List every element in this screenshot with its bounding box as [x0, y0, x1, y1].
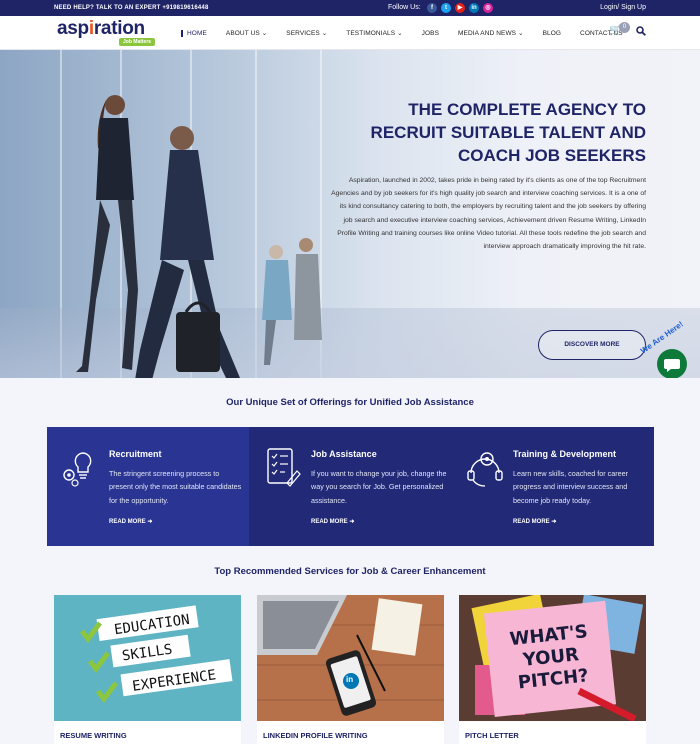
service-card-pitch-letter[interactable]: WHAT'S YOUR PITCH? PITCH LETTER [459, 595, 646, 744]
logo[interactable]: aspiration Job Matters [57, 19, 167, 49]
login-signup-link[interactable]: Login/ Sign Up [600, 4, 646, 11]
service-card-title[interactable]: LINKEDIN PROFILE WRITING [263, 731, 368, 740]
nav-item-media[interactable]: MEDIA AND NEWS ⌄ [458, 29, 524, 37]
offering-text: The stringent screening process to prese… [109, 469, 242, 505]
service-card-resume-writing[interactable]: EDUCATION SKILLS EXPERIENCE RESUME WRITI… [54, 595, 241, 744]
facebook-icon[interactable]: f [427, 3, 437, 13]
linkedin-badge-icon: in [346, 675, 354, 684]
service-card-title[interactable]: PITCH LETTER [465, 731, 519, 740]
pitch-letter-image: WHAT'S YOUR PITCH? [459, 595, 646, 721]
youtube-icon[interactable]: ▶ [455, 3, 465, 13]
linkedin-writing-image: in [257, 595, 444, 721]
offering-text: Learn new skills, coached for career pro… [513, 469, 629, 505]
business-people-illustration [76, 95, 322, 378]
nav-item-services[interactable]: SERVICES ⌄ [286, 29, 327, 37]
twitter-icon[interactable]: t [441, 3, 451, 13]
nav-item-home[interactable]: HOME [181, 29, 207, 37]
logo-wordmark: aspiration [57, 18, 145, 39]
nav-item-jobs[interactable]: JOBS [422, 30, 439, 37]
follow-us-label: Follow Us: [388, 4, 421, 11]
site-header: aspiration Job Matters HOME ABOUT US ⌄ S… [0, 16, 700, 50]
read-more-link[interactable]: READ MORE ➜ [311, 518, 354, 525]
hero-banner: THE COMPLETE AGENCY TO RECRUIT SUITABLE … [0, 50, 700, 378]
chat-icon [664, 359, 680, 372]
linkedin-icon[interactable]: in [469, 3, 479, 13]
read-more-link[interactable]: READ MORE ➜ [513, 518, 556, 525]
logo-tagline: Job Matters [119, 38, 156, 46]
offering-card-job-assistance[interactable]: Job Assistance If you want to change you… [249, 427, 451, 546]
chat-widget-button[interactable] [657, 349, 687, 378]
lightbulb-gears-icon [63, 452, 92, 487]
top-bar: NEED HELP? TALK TO AN EXPERT +9198196164… [0, 0, 700, 16]
resume-writing-image: EDUCATION SKILLS EXPERIENCE [54, 595, 241, 721]
instagram-icon[interactable]: ◎ [483, 3, 493, 13]
desk-laptop-phone-illustration [257, 595, 444, 716]
search-icon[interactable] [636, 26, 646, 36]
offering-card-training[interactable]: Training & Development Learn new skills,… [451, 427, 654, 546]
offering-title: Training & Development [513, 449, 617, 459]
headset-gear-icon [467, 452, 503, 487]
offering-title: Recruitment [109, 449, 162, 459]
nav-item-blog[interactable]: BLOG [543, 30, 561, 37]
pitch-note-text: WHAT'S YOUR PITCH? [508, 621, 590, 694]
hero-title: THE COMPLETE AGENCY TO RECRUIT SUITABLE … [370, 100, 646, 165]
hero-description: Aspiration, launched in 2002, takes prid… [331, 177, 646, 251]
nav-item-testimonials[interactable]: TESTIMONIALS ⌄ [346, 29, 402, 37]
services-title: Top Recommended Services for Job & Caree… [214, 566, 486, 577]
offering-card-recruitment[interactable]: Recruitment The stringent screening proc… [47, 427, 249, 546]
read-more-link[interactable]: READ MORE ➜ [109, 518, 152, 525]
service-card-title[interactable]: RESUME WRITING [60, 731, 127, 740]
discover-more-button[interactable]: DISCOVER MORE [538, 330, 646, 360]
cart-count-badge: 0 [619, 22, 630, 33]
help-phone-text: NEED HELP? TALK TO AN EXPERT +9198196164… [54, 5, 209, 11]
offerings-title: Our Unique Set of Offerings for Unified … [226, 397, 474, 408]
offering-text: If you want to change your job, change t… [311, 469, 447, 505]
offering-title: Job Assistance [311, 449, 377, 459]
nav-item-about[interactable]: ABOUT US ⌄ [226, 29, 267, 37]
main-nav: HOME ABOUT US ⌄ SERVICES ⌄ TESTIMONIALS … [181, 16, 642, 50]
checklist-icon [267, 448, 301, 487]
service-card-linkedin[interactable]: in LINKEDIN PROFILE WRITING [257, 595, 444, 744]
social-links: f t ▶ in ◎ [427, 3, 493, 13]
